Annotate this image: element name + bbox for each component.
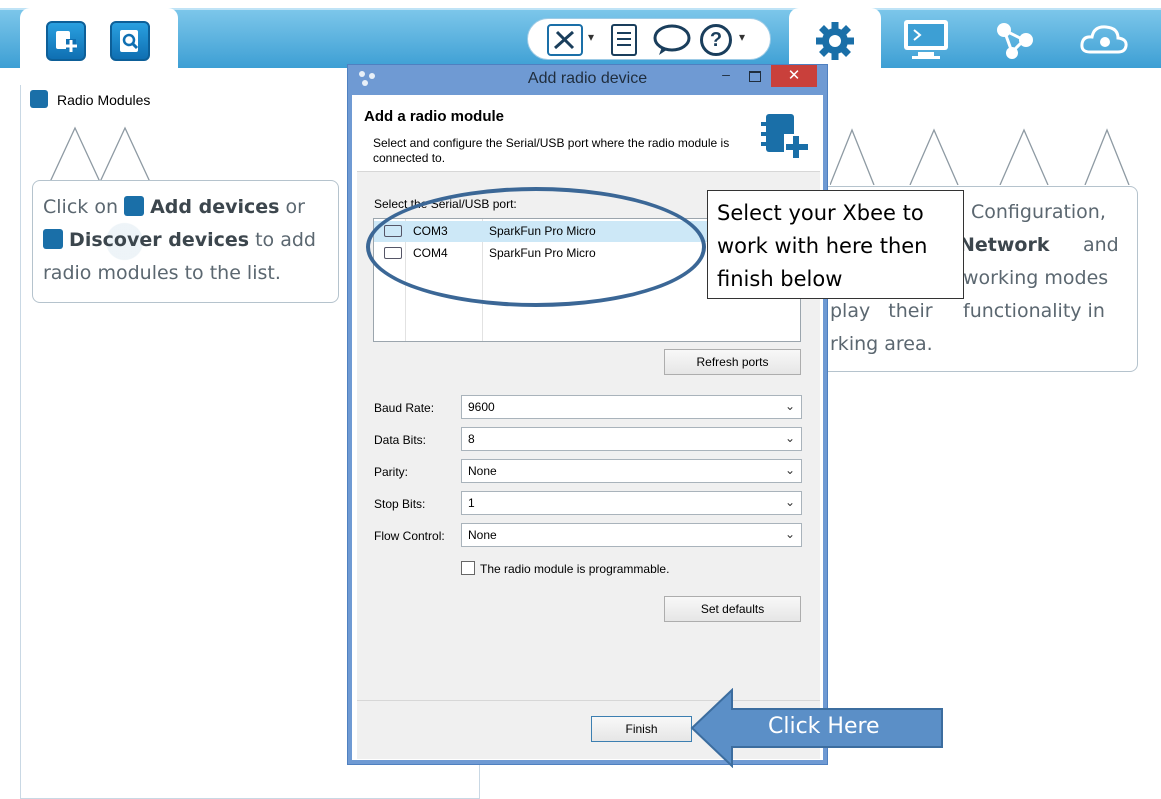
baud-rate-value: 9600 <box>468 400 495 414</box>
programmable-label: The radio module is programmable. <box>480 562 670 576</box>
dialog-heading: Add a radio module <box>364 108 505 125</box>
callout-line-3: finish below <box>717 267 843 291</box>
set-defaults-button[interactable]: Set defaults <box>664 596 801 622</box>
finish-button[interactable]: Finish <box>591 716 692 742</box>
add-device-icon <box>56 31 77 52</box>
devices-tab <box>20 8 178 74</box>
minimize-button[interactable]: – <box>713 66 739 86</box>
hint-or: or <box>285 196 305 218</box>
chevron-down-icon: ⌄ <box>784 495 795 509</box>
maximize-button[interactable] <box>742 66 768 86</box>
chevron-down-icon: ⌄ <box>784 527 795 541</box>
flow-control-label: Flow Control: <box>374 529 445 543</box>
close-button[interactable]: ✕ <box>771 65 817 87</box>
consoles-tab[interactable] <box>900 18 952 62</box>
chevron-down-icon: ⌄ <box>784 463 795 477</box>
hint-discover-devices: Discover devices <box>69 229 250 251</box>
cloud-tab[interactable] <box>1078 18 1130 62</box>
add-module-icon <box>760 110 810 162</box>
network-tab[interactable] <box>990 18 1042 62</box>
discover-device-icon <box>120 30 139 52</box>
feedback-button[interactable] <box>652 23 692 57</box>
data-bits-label: Data Bits: <box>374 433 427 447</box>
instruction-callout: Select your Xbee to work with here then … <box>707 190 964 299</box>
hint-line-3: working modes <box>963 267 1109 289</box>
callout-line-1: Select your Xbee to <box>717 201 924 225</box>
stop-bits-select[interactable]: 1 ⌄ <box>461 491 802 515</box>
network-icon <box>997 23 1033 59</box>
maximize-icon <box>749 71 761 82</box>
flow-control-value: None <box>468 528 497 542</box>
cloud-icon <box>1080 25 1128 54</box>
radio-module-icon <box>30 90 48 108</box>
hint-line-2a: Network <box>959 234 1050 256</box>
discover-device-icon <box>43 229 63 249</box>
stop-bits-label: Stop Bits: <box>374 497 426 511</box>
list-icon <box>617 32 631 46</box>
tools-button[interactable] <box>547 24 583 56</box>
chat-icon <box>653 24 691 55</box>
add-devices-button[interactable] <box>46 21 86 61</box>
chevron-down-icon: ⌄ <box>784 431 795 445</box>
add-devices-hint: Click on Add devices or Discover devices… <box>32 180 339 303</box>
flow-control-select[interactable]: None ⌄ <box>461 523 802 547</box>
programmable-checkbox[interactable] <box>461 561 475 575</box>
parity-label: Parity: <box>374 465 409 479</box>
click-here-label: Click Here <box>768 714 880 739</box>
hint-line-1: Configuration, <box>971 201 1106 223</box>
decorative-peaks-right <box>829 120 1140 186</box>
parity-select[interactable]: None ⌄ <box>461 459 802 483</box>
tools-dropdown-icon[interactable]: ▾ <box>588 30 594 44</box>
gear-icon <box>812 18 858 64</box>
decorative-peaks <box>30 120 340 183</box>
data-bits-select[interactable]: 8 ⌄ <box>461 427 802 451</box>
help-dropdown-icon[interactable]: ▾ <box>739 30 745 44</box>
parity-value: None <box>468 464 497 478</box>
terminal-icon <box>904 20 948 59</box>
highlight-ellipse <box>366 187 706 307</box>
hint-line-5: rking area. <box>830 333 933 355</box>
close-icon: ✕ <box>787 67 801 84</box>
baud-rate-select[interactable]: 9600 ⌄ <box>461 395 802 419</box>
radio-modules-title: Radio Modules <box>57 92 151 108</box>
hint-line-2b: and <box>1083 234 1119 256</box>
data-bits-value: 8 <box>468 432 475 446</box>
discover-devices-button[interactable] <box>110 21 150 61</box>
console-list-button[interactable] <box>611 24 637 56</box>
hint-add-devices: Add devices <box>150 196 280 218</box>
help-icon[interactable]: ? <box>700 24 732 56</box>
add-device-icon <box>124 196 145 216</box>
stop-bits-value: 1 <box>468 496 475 510</box>
baud-rate-label: Baud Rate: <box>374 401 435 415</box>
hint-line-4a: play their <box>830 300 933 322</box>
hint-line-4b: functionality in <box>963 300 1105 322</box>
callout-line-2: work with here then <box>717 234 928 258</box>
chevron-down-icon: ⌄ <box>784 399 795 413</box>
dialog-description: Select and configure the Serial/USB port… <box>373 136 730 165</box>
tools-icon <box>554 30 575 50</box>
refresh-ports-button[interactable]: Refresh ports <box>664 349 801 375</box>
hint-pre: Click on <box>43 196 118 218</box>
